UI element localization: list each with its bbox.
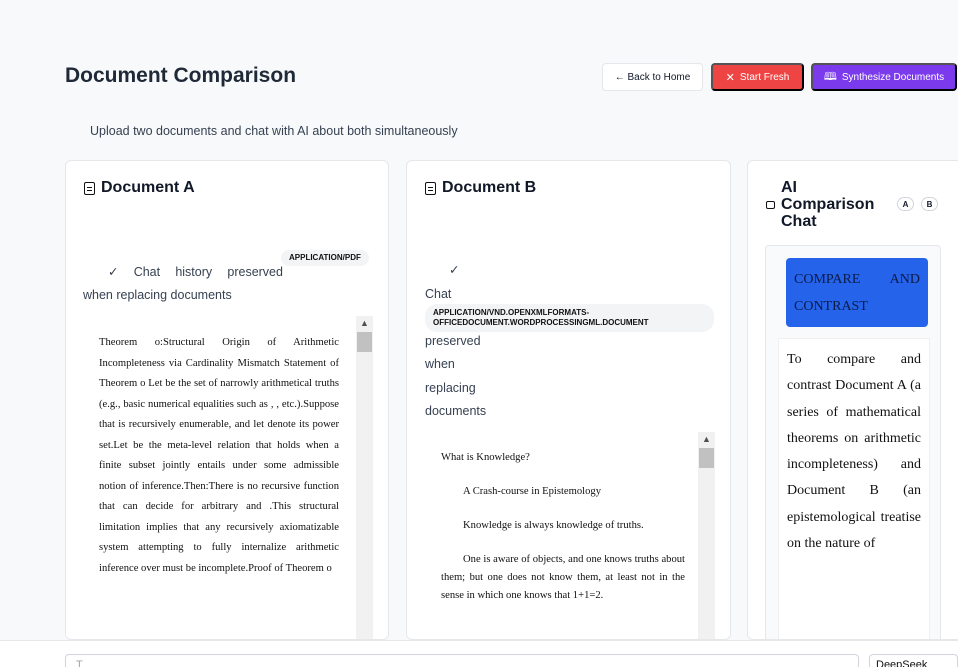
start-fresh-button[interactable]: ✕ Start Fresh — [711, 63, 804, 91]
document-a-panel: Document A APPLICATION/PDF ✓ Chat histor… — [65, 160, 389, 640]
back-label: ← Back to Home — [614, 71, 691, 83]
mime-type-badge: APPLICATION/VND.OPENXMLFORMATS-OFFICEDOC… — [425, 304, 714, 332]
doc-b-pill: B — [921, 197, 938, 211]
synthesize-label: Synthesize Documents — [841, 71, 945, 83]
document-a-title: Document A — [101, 179, 195, 196]
chat-preserved-status: ✓ Chat history preserved when replacing … — [83, 261, 373, 307]
document-b-header: Document B — [425, 179, 536, 197]
status-word: Chat — [133, 265, 161, 279]
chat-title: AI Comparison Chat — [781, 179, 875, 230]
doc-paragraph: What is Knowledge? — [441, 452, 530, 463]
chat-messages[interactable]: COMPARE AND CONTRAST To compare and cont… — [765, 245, 941, 639]
status-word: history — [175, 265, 213, 279]
document-b-content: What is Knowledge? A Crash-course in Epi… — [425, 432, 715, 605]
doc-a-pill: A — [897, 197, 914, 211]
check-icon: ✓ — [449, 263, 460, 277]
back-to-home-button[interactable]: ← Back to Home — [602, 63, 703, 91]
status-line: when — [425, 357, 455, 371]
chat-preserved-status: ✓ Chat preserved when replacing document… — [425, 259, 715, 424]
ai-chat-panel: AI Comparison Chat A B COMPARE AND CONTR… — [747, 160, 958, 640]
scroll-up-icon[interactable]: ▲ — [698, 432, 715, 446]
document-a-scrollbar[interactable]: ▲ — [356, 316, 373, 639]
scroll-thumb[interactable] — [357, 332, 372, 352]
doc-paragraph: A Crash-course in Epistemology — [463, 486, 601, 497]
message-icon — [766, 200, 775, 209]
document-b-scrollbar[interactable]: ▲ — [698, 432, 715, 639]
start-fresh-label: Start Fresh — [739, 71, 790, 83]
status-line: preserved — [425, 333, 481, 348]
close-icon: ✕ — [725, 71, 735, 84]
book-icon: 🕮 — [823, 70, 837, 83]
status-line: replacing — [425, 380, 476, 395]
scroll-up-icon[interactable]: ▲ — [356, 316, 373, 330]
ai-message: To compare and contrast Document A (a se… — [778, 338, 930, 639]
user-message: COMPARE AND CONTRAST — [786, 258, 928, 327]
document-b-panel: Document B ✓ Chat preserved when replaci… — [406, 160, 731, 640]
document-a-header: Document A — [84, 179, 195, 197]
chat-input[interactable]: T — [65, 654, 859, 667]
document-b-viewer[interactable]: What is Knowledge? A Crash-course in Epi… — [425, 432, 715, 639]
document-icon — [84, 181, 95, 195]
doc-paragraph: Knowledge is always knowledge of truths. — [463, 520, 644, 531]
document-a-content: Theorem o:Structural Origin of Arithmeti… — [99, 337, 339, 574]
doc-paragraph: One is aware of objects, and one knows t… — [441, 554, 685, 601]
page-subtitle: Upload two documents and chat with AI ab… — [90, 124, 458, 138]
status-line: documents — [425, 404, 487, 418]
document-a-viewer[interactable]: Theorem o:Structural Origin of Arithmeti… — [83, 316, 373, 639]
status-line: when replacing documents — [83, 288, 232, 302]
model-select[interactable]: DeepSeek — [869, 654, 958, 667]
chat-header: AI Comparison Chat — [766, 179, 881, 230]
document-b-title: Document B — [442, 179, 537, 196]
page-title: Document Comparison — [65, 64, 297, 87]
status-line: Chat — [425, 286, 452, 301]
document-icon — [425, 181, 436, 195]
status-word: preserved — [227, 265, 283, 279]
scroll-thumb[interactable] — [699, 448, 714, 468]
synthesize-documents-button[interactable]: 🕮 Synthesize Documents — [811, 63, 957, 91]
chat-input-bar: T DeepSeek — [0, 640, 958, 667]
check-icon: ✓ — [108, 265, 119, 279]
